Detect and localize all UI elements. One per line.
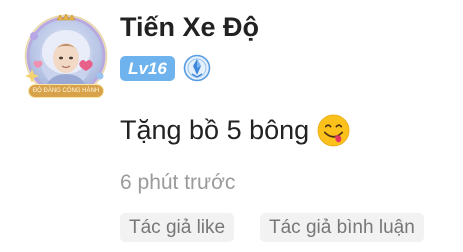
avatar[interactable]: ĐỘ ĐĂNG CÔNG HÀNH [24, 14, 108, 98]
rank-medal-icon [183, 54, 211, 82]
face-savoring-food-icon [317, 114, 350, 147]
level-badge: Lv16 [120, 56, 175, 81]
comment-card: ĐỘ ĐĂNG CÔNG HÀNH Tiến Xe Độ Lv16 Tặng b… [0, 0, 463, 252]
avatar-frame-caption: ĐỘ ĐĂNG CÔNG HÀNH [28, 84, 104, 98]
author-reply-tag: Tác giả bình luận [260, 213, 424, 242]
avatar-image [28, 18, 104, 94]
comment-timestamp: 6 phút trước [120, 171, 236, 194]
comment-body: Tặng bồ 5 bông [120, 114, 350, 147]
comment-text: Tặng bồ 5 bông [120, 115, 310, 145]
username[interactable]: Tiến Xe Độ [120, 12, 259, 43]
author-like-tag: Tác giả like [120, 213, 235, 242]
